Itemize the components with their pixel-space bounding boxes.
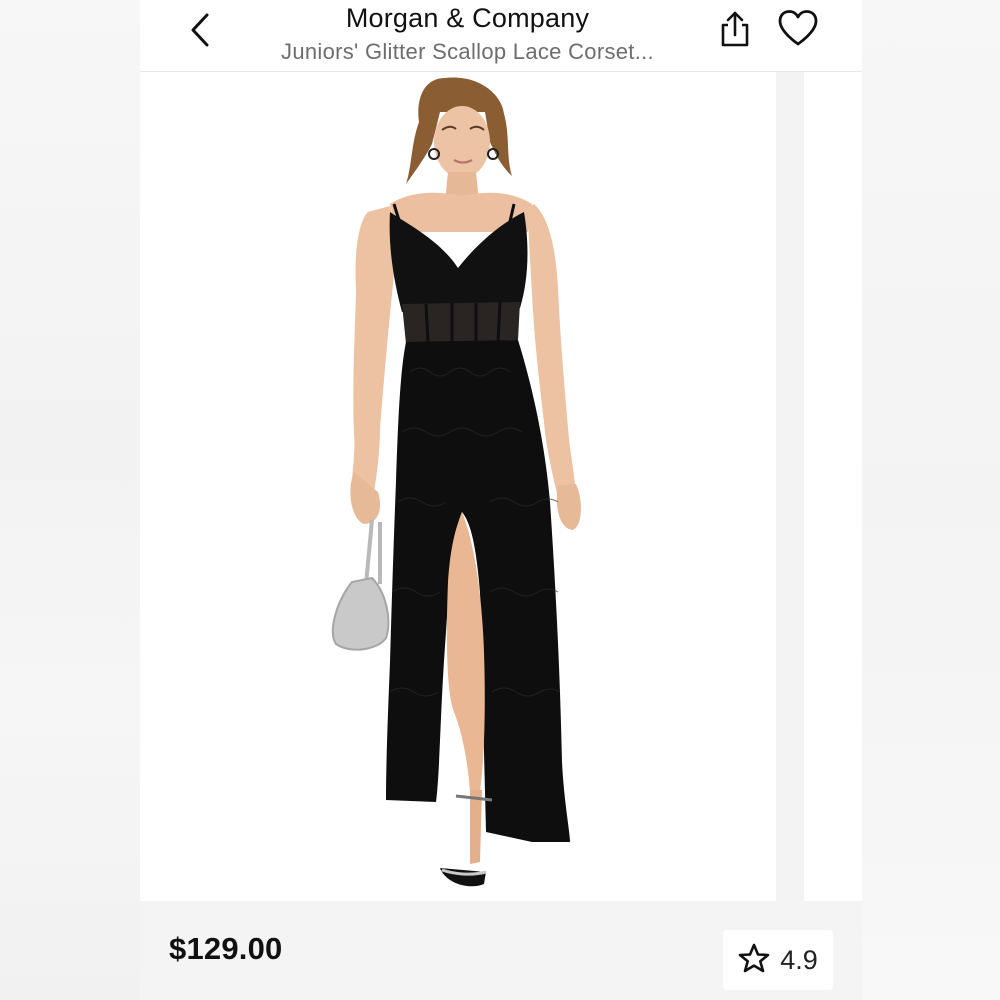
top-bar: Morgan & Company Juniors' Glitter Scallo… [140, 0, 862, 72]
product-screen: Morgan & Company Juniors' Glitter Scallo… [140, 0, 862, 1000]
brand-name[interactable]: Morgan & Company [240, 2, 695, 34]
share-icon [719, 10, 751, 53]
rating-badge[interactable]: 4.9 [723, 930, 833, 990]
heart-icon [777, 9, 819, 52]
share-button[interactable] [715, 10, 755, 52]
background-right [862, 0, 1000, 1000]
rating-value: 4.9 [780, 944, 818, 975]
product-price: $129.00 [169, 931, 283, 966]
star-icon [738, 943, 770, 978]
background-left [0, 0, 140, 1000]
chevron-left-icon [189, 12, 211, 53]
favorite-button[interactable] [775, 8, 821, 52]
model-photo [331, 77, 581, 887]
product-image[interactable] [140, 72, 776, 901]
next-image-preview[interactable] [790, 72, 862, 901]
carousel-gap [776, 72, 790, 901]
image-carousel[interactable] [140, 72, 862, 901]
title-block: Morgan & Company Juniors' Glitter Scallo… [240, 0, 695, 66]
purchase-bar: $129.00 4.9 [140, 901, 862, 1000]
back-button[interactable] [180, 10, 220, 54]
product-title: Juniors' Glitter Scallop Lace Corset... [281, 39, 654, 64]
